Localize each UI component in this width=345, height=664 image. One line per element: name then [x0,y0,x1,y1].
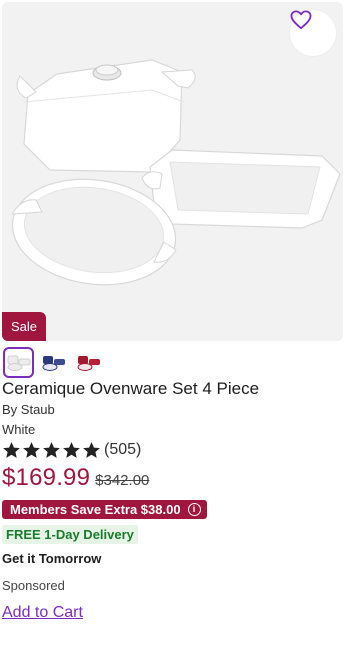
original-price: $342.00 [95,472,150,489]
product-rating[interactable]: (505) [2,440,141,460]
heart-outline-icon [290,10,312,30]
swatch-red[interactable] [73,347,104,378]
swatch-white-thumbnail [7,355,30,371]
delivery-badge: FREE 1-Day Delivery [2,525,138,544]
info-icon[interactable]: i [187,503,201,516]
product-title[interactable]: Ceramique Ovenware Set 4 Piece [2,378,259,400]
rating-count: (505) [104,441,142,458]
members-offer-badge[interactable]: Members Save Extra $38.00 i [2,500,207,519]
star-icon [63,441,80,458]
star-icon [43,441,60,458]
swatch-blue[interactable] [38,347,69,378]
swatch-blue-thumbnail [42,355,65,371]
sponsored-label: Sponsored [2,578,65,593]
swatch-red-thumbnail [77,355,100,371]
star-icon [3,441,20,458]
sale-badge: Sale [2,312,47,341]
product-brand: By Staub [2,402,55,417]
members-offer-text: Members Save Extra $38.00 [10,502,181,517]
product-image[interactable] [2,2,343,341]
star-icon [83,441,100,458]
add-to-cart-link[interactable]: Add to Cart [2,602,83,624]
ovenware-set-illustration [11,59,341,286]
delivery-eta: Get it Tomorrow [2,551,102,566]
color-swatches [3,347,104,379]
favorite-button[interactable] [290,10,336,56]
product-card[interactable]: Sale Ceramique Ovenware Set 4 Piece By S… [0,0,345,664]
price-row: $169.99 $342.00 [2,464,149,494]
swatch-white[interactable] [3,347,34,378]
star-icon [23,441,40,458]
product-color: White [2,422,36,437]
sale-price: $169.99 [2,464,91,491]
rating-stars [2,441,101,460]
